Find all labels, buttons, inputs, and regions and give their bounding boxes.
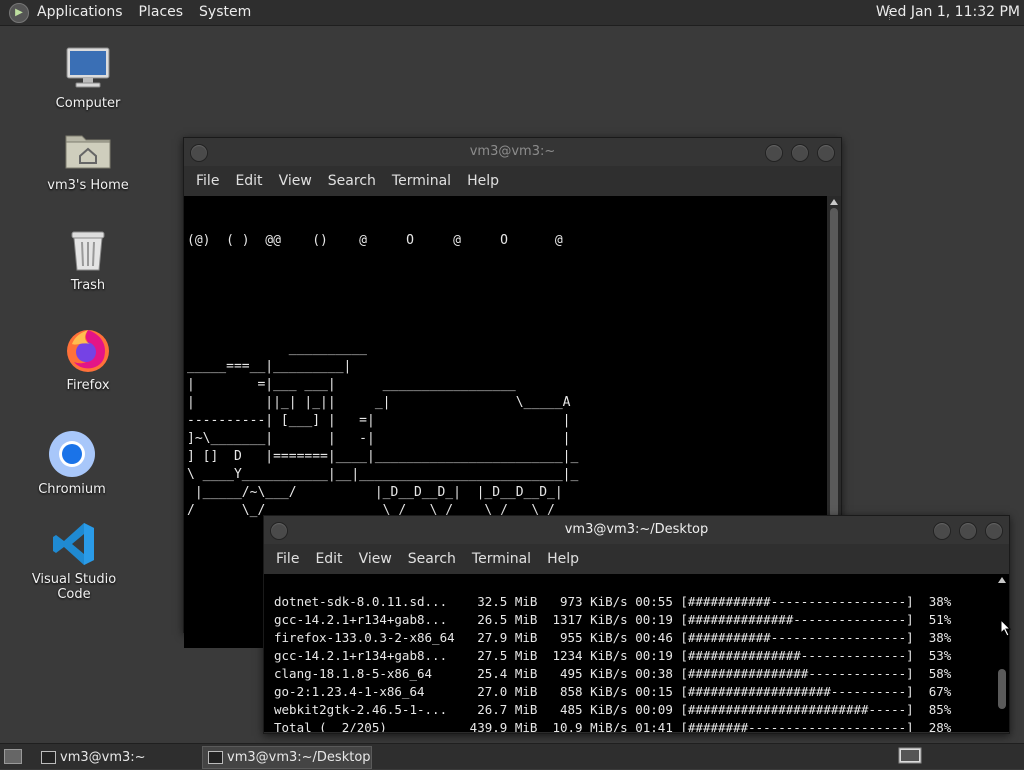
menu-view[interactable]: View	[271, 173, 320, 189]
menu-edit[interactable]: Edit	[227, 173, 270, 189]
download-row: dotnet-sdk-8.0.11.sd... 32.5 MiB 973 KiB…	[274, 594, 952, 609]
minimize-button[interactable]	[765, 144, 783, 162]
menu-edit[interactable]: Edit	[307, 551, 350, 567]
terminal-line: ]~\_______| | -| |	[187, 431, 571, 446]
terminal-line: | =|___ ___| _________________	[187, 377, 516, 392]
window-titlebar[interactable]: vm3@vm3:~	[184, 138, 841, 166]
menu-help[interactable]: Help	[539, 551, 587, 567]
menu-file[interactable]: File	[268, 551, 307, 567]
terminal-icon	[208, 751, 223, 764]
download-row: gcc-14.2.1+r134+gab8... 27.5 MiB 1234 Ki…	[274, 648, 952, 663]
desktop-icon-firefox[interactable]: Firefox	[28, 326, 148, 393]
workspace-switcher-icon[interactable]	[898, 747, 922, 766]
vscode-icon	[50, 520, 98, 568]
menu-view[interactable]: View	[351, 551, 400, 567]
scrollbar-thumb[interactable]	[830, 208, 838, 518]
desktop-icon-label: Visual Studio Code	[31, 572, 117, 602]
system-menu[interactable]: System	[191, 0, 259, 25]
scrollbar-thumb[interactable]	[998, 669, 1006, 709]
firefox-icon	[64, 326, 112, 374]
places-menu[interactable]: Places	[131, 0, 192, 25]
close-button[interactable]	[817, 144, 835, 162]
applications-menu[interactable]: Applications	[29, 0, 131, 25]
maximize-button[interactable]	[959, 522, 977, 540]
taskbar-item-home[interactable]: vm3@vm3:~	[35, 746, 221, 769]
desktop-icon-computer[interactable]: Computer	[28, 44, 148, 111]
terminal-line: (@) ( ) @@ () @ O @ O @	[187, 233, 563, 248]
scroll-up-icon[interactable]	[998, 577, 1006, 583]
desktop-icon-chromium[interactable]: Chromium	[12, 430, 132, 497]
computer-icon	[64, 44, 112, 92]
terminal-line: | ||_| |_|| _| \_____A	[187, 395, 571, 410]
chromium-icon	[48, 430, 96, 478]
taskbar-label: vm3@vm3:~	[60, 750, 146, 765]
distro-logo-icon[interactable]: ▶	[9, 2, 29, 23]
menu-search[interactable]: Search	[320, 173, 384, 189]
top-panel: ▶ Applications Places System Wed Jan 1, …	[0, 0, 1024, 26]
desktop-icon-label: Chromium	[38, 482, 106, 497]
window-menubar: File Edit View Search Terminal Help	[264, 544, 1009, 574]
terminal-window-desktop[interactable]: vm3@vm3:~/Desktop File Edit View Search …	[263, 515, 1010, 734]
download-row: webkit2gtk-2.46.5-1-... 26.7 MiB 485 KiB…	[274, 702, 952, 717]
maximize-button[interactable]	[791, 144, 809, 162]
clock[interactable]: Wed Jan 1, 11:32 PM	[876, 0, 1024, 25]
menu-search[interactable]: Search	[400, 551, 464, 567]
window-title: vm3@vm3:~	[469, 144, 556, 159]
terminal-line: _____===__|_________|	[187, 359, 352, 374]
menu-help[interactable]: Help	[459, 173, 507, 189]
minimize-button[interactable]	[933, 522, 951, 540]
desktop-icon-label: Computer	[55, 96, 121, 111]
bottom-panel: vm3@vm3:~ vm3@vm3:~/Desktop	[0, 743, 1024, 769]
desktop-icon-vscode[interactable]: Visual Studio Code	[14, 520, 134, 602]
desktop-icon-home[interactable]: vm3's Home	[28, 126, 148, 193]
terminal-line: \ ____Y___________|__|__________________…	[187, 467, 579, 482]
taskbar-item-desktop[interactable]: vm3@vm3:~/Desktop	[202, 746, 372, 769]
menu-terminal[interactable]: Terminal	[384, 173, 459, 189]
download-row: clang-18.1.8-5-x86_64 25.4 MiB 495 KiB/s…	[274, 666, 952, 681]
home-folder-icon	[64, 126, 112, 174]
terminal-scrollbar[interactable]	[995, 574, 1009, 732]
terminal-line: __________	[187, 341, 368, 356]
trash-icon	[64, 226, 112, 274]
window-menu-button[interactable]	[270, 522, 288, 540]
window-title: vm3@vm3:~/Desktop	[564, 522, 709, 537]
mouse-cursor-icon	[1000, 619, 1012, 637]
window-menubar: File Edit View Search Terminal Help	[184, 166, 841, 196]
desktop-icon-trash[interactable]: Trash	[28, 226, 148, 293]
close-button[interactable]	[985, 522, 1003, 540]
terminal-line: ] [] D |=======|____|___________________…	[187, 449, 579, 464]
terminal-icon	[41, 751, 56, 764]
download-total-row: Total ( 2/205) 439.9 MiB 10.9 MiB/s 01:4…	[274, 720, 952, 732]
download-row: go-2:1.23.4-1-x86_64 27.0 MiB 858 KiB/s …	[274, 684, 952, 699]
menu-file[interactable]: File	[188, 173, 227, 189]
terminal-output[interactable]: dotnet-sdk-8.0.11.sd... 32.5 MiB 973 KiB…	[264, 574, 1009, 732]
window-titlebar[interactable]: vm3@vm3:~/Desktop	[264, 516, 1009, 544]
show-desktop-icon[interactable]	[4, 749, 22, 764]
desktop-icon-label: Firefox	[66, 378, 110, 393]
scroll-up-icon[interactable]	[830, 199, 838, 205]
terminal-line: ----------| [___] | =| |	[187, 413, 571, 428]
window-menu-button[interactable]	[190, 144, 208, 162]
terminal-line: |_____/~\___/ |_D__D__D_| |_D__D__D_|	[187, 485, 563, 500]
download-row: gcc-14.2.1+r134+gab8... 26.5 MiB 1317 Ki…	[274, 612, 952, 627]
download-row: firefox-133.0.3-2-x86_64 27.9 MiB 955 Ki…	[274, 630, 952, 645]
menu-terminal[interactable]: Terminal	[464, 551, 539, 567]
desktop-icon-label: vm3's Home	[47, 178, 129, 193]
taskbar-label: vm3@vm3:~/Desktop	[227, 750, 371, 765]
desktop-icon-label: Trash	[70, 278, 106, 293]
